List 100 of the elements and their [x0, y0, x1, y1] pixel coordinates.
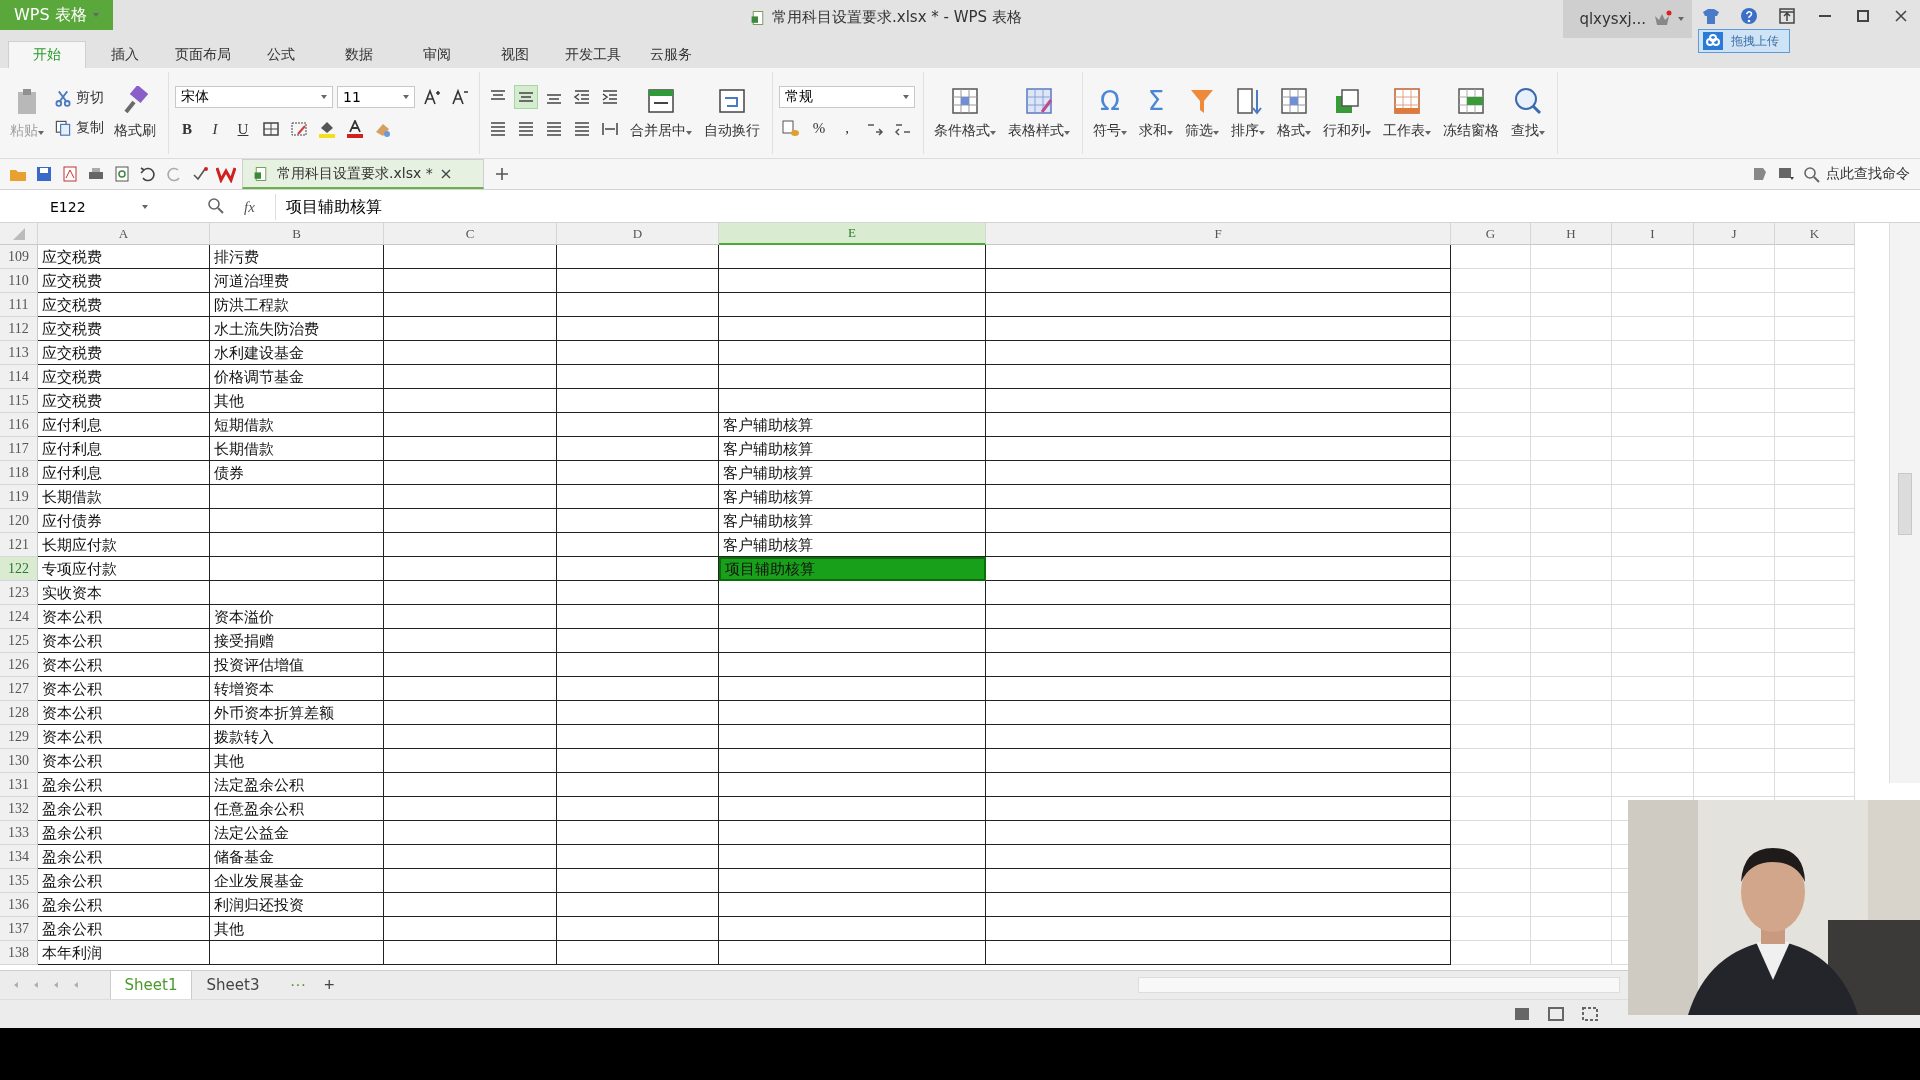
row-header[interactable]: 126 — [0, 653, 38, 677]
row-header[interactable]: 132 — [0, 797, 38, 821]
row-header[interactable]: 112 — [0, 317, 38, 341]
font-style-button[interactable]: B — [175, 117, 199, 141]
column-header[interactable]: E — [719, 223, 986, 245]
ribbon-button[interactable]: 剪切 — [52, 87, 106, 109]
row-header[interactable]: 136 — [0, 893, 38, 917]
row-header[interactable]: 121 — [0, 533, 38, 557]
table-cell-text: 长期借款 — [213, 438, 275, 460]
user-account-button[interactable]: qlxysxj... — [1563, 0, 1692, 38]
column-header[interactable]: H — [1531, 223, 1612, 245]
font-family-field[interactable]: 宋体 — [175, 86, 333, 108]
row-header[interactable]: 117 — [0, 437, 38, 461]
column-header[interactable]: A — [38, 223, 210, 245]
row-header[interactable]: 134 — [0, 845, 38, 869]
menu-tab[interactable]: 审阅 — [398, 42, 476, 68]
number-format-field[interactable]: 常规 — [779, 86, 915, 108]
row-header[interactable]: 131 — [0, 773, 38, 797]
ribbon-button[interactable]: 格式 — [1273, 84, 1315, 142]
table-cell-text: 排污费 — [213, 246, 260, 268]
ribbon-button[interactable]: 合并居中 — [626, 84, 696, 142]
row-header[interactable]: 118 — [0, 461, 38, 485]
column-header[interactable]: F — [986, 223, 1451, 245]
ribbon-button[interactable]: 表格样式 — [1004, 84, 1074, 142]
ribbon-button[interactable]: 条件格式 — [930, 84, 1000, 142]
ribbon-button[interactable]: Ω 符号 — [1089, 84, 1131, 142]
sheet-tab[interactable]: Sheet1 — [110, 971, 192, 999]
horizontal-scrollbar[interactable] — [1138, 977, 1620, 993]
table-cell-text: 水利建设基金 — [213, 342, 305, 364]
ribbon-button[interactable]: 冻结窗格 — [1439, 84, 1503, 142]
column-header[interactable]: D — [557, 223, 719, 245]
table-cell-text: 长期应付款 — [41, 534, 118, 556]
row-header[interactable]: 133 — [0, 821, 38, 845]
menu-tab[interactable]: 视图 — [476, 42, 554, 68]
row-header[interactable]: 137 — [0, 917, 38, 941]
menu-tab[interactable]: 公式 — [242, 42, 320, 68]
column-header[interactable]: I — [1612, 223, 1694, 245]
row-header[interactable]: 124 — [0, 605, 38, 629]
row-header[interactable]: 127 — [0, 677, 38, 701]
menu-tab[interactable]: 插入 — [86, 42, 164, 68]
worksheet-icon — [1392, 86, 1422, 116]
function-button[interactable]: fx — [244, 198, 255, 216]
row-header[interactable]: 138 — [0, 941, 38, 965]
menu-tab[interactable]: 页面布局 — [164, 42, 242, 68]
row-header[interactable]: 116 — [0, 413, 38, 437]
sheet-tab[interactable]: Sheet3 — [192, 971, 274, 999]
command-search-field[interactable]: 点此查找命令 — [1802, 165, 1910, 183]
row-header[interactable]: 122 — [0, 557, 38, 581]
number-format-button[interactable]: , — [835, 116, 859, 140]
font-style-button[interactable]: I — [203, 117, 227, 141]
font-style-button[interactable]: U — [231, 117, 255, 141]
row-header[interactable]: 110 — [0, 269, 38, 293]
row-header[interactable]: 135 — [0, 869, 38, 893]
row-header[interactable]: 111 — [0, 293, 38, 317]
number-format-button[interactable]: % — [807, 116, 831, 140]
row-header[interactable]: 130 — [0, 749, 38, 773]
row-header[interactable]: 120 — [0, 509, 38, 533]
menu-tab[interactable]: 数据 — [320, 42, 398, 68]
align-button[interactable] — [514, 85, 538, 109]
column-header[interactable]: B — [210, 223, 384, 245]
formula-field[interactable]: 项目辅助核算 — [274, 194, 1920, 220]
ribbon-button[interactable]: 筛选 — [1181, 84, 1223, 142]
row-header[interactable]: 114 — [0, 365, 38, 389]
ribbon-button[interactable]: 格式刷 — [110, 84, 160, 142]
table-cell-text: 应交税费 — [41, 366, 103, 388]
row-header[interactable]: 123 — [0, 581, 38, 605]
column-header[interactable]: K — [1775, 223, 1855, 245]
row-header[interactable]: 109 — [0, 245, 38, 269]
font-size-field[interactable]: 11 — [337, 86, 415, 108]
row-header[interactable]: 113 — [0, 341, 38, 365]
ribbon-button[interactable]: 工作表 — [1379, 84, 1435, 142]
menu-tab[interactable]: 开发工具 — [554, 42, 632, 68]
row-header[interactable]: 129 — [0, 725, 38, 749]
upload-tooltip[interactable]: 拖拽上传 — [1698, 29, 1790, 53]
checkmark-icon — [190, 165, 210, 183]
row-header[interactable]: 125 — [0, 629, 38, 653]
row-header[interactable]: 119 — [0, 485, 38, 509]
row-header[interactable]: 128 — [0, 701, 38, 725]
align-left-icon — [488, 120, 508, 138]
ribbon-button[interactable]: Σ 求和 — [1135, 84, 1177, 142]
column-header[interactable]: G — [1451, 223, 1531, 245]
table-cell-text: 应交税费 — [41, 246, 103, 268]
table-cell-text: 应付债券 — [41, 510, 103, 532]
table-style-icon — [1024, 86, 1054, 116]
menu-tab[interactable]: 云服务 — [632, 42, 710, 68]
ribbon-button[interactable]: 行和列 — [1319, 84, 1375, 142]
row-header[interactable]: 115 — [0, 389, 38, 413]
vertical-scrollbar[interactable] — [1889, 223, 1920, 783]
ribbon-button[interactable]: 复制 — [52, 117, 106, 139]
ribbon-button[interactable]: 自动换行 — [700, 84, 764, 142]
add-sheet-button[interactable]: + — [318, 973, 341, 997]
ribbon-button[interactable]: 查找 — [1507, 84, 1549, 142]
menu-tab[interactable]: 开始 — [8, 41, 86, 68]
caret-icon — [321, 95, 327, 99]
document-tab[interactable]: 常用科目设置要求.xlsx * — [242, 159, 484, 189]
page-break-icon — [1580, 1005, 1600, 1023]
column-header[interactable]: J — [1694, 223, 1775, 245]
ribbon-button[interactable]: 排序 — [1227, 84, 1269, 142]
font-color-icon — [345, 120, 365, 138]
column-header[interactable]: C — [384, 223, 557, 245]
